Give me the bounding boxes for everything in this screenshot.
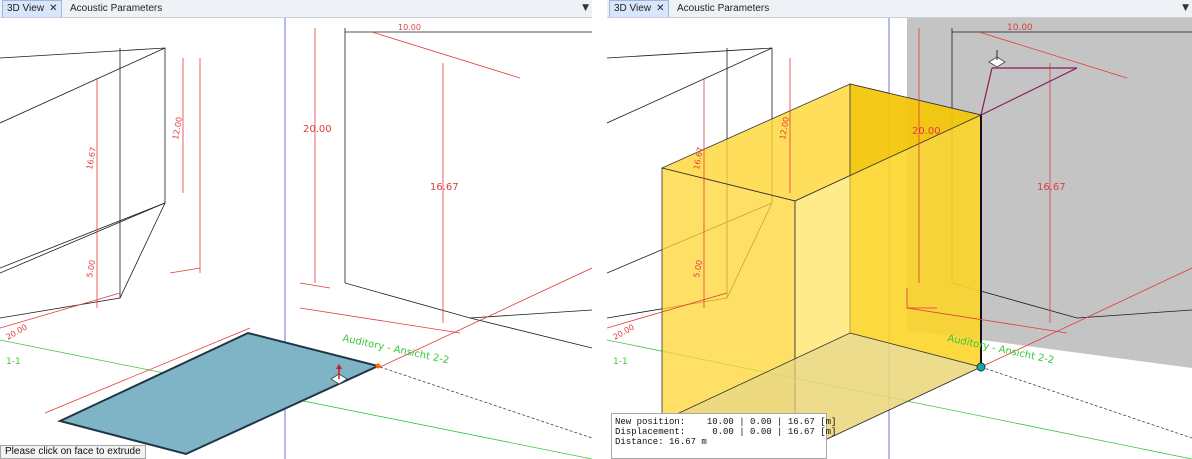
tab-menu-icon[interactable]: ▼: [582, 1, 589, 16]
readout-distance: Distance: 16.67 m: [615, 437, 707, 447]
wireframe-walls: [0, 28, 592, 349]
dim-label-1000: 10.00: [398, 23, 421, 32]
selected-face: [57, 331, 381, 456]
left-viewport-panel: 3D View ✕ Acoustic Parameters ▼ 20.00 16…: [0, 0, 592, 459]
extruded-volume: [660, 83, 983, 455]
move-readout-panel: New position: 10.00 | 0.00 | 16.67 [m] D…: [611, 413, 837, 459]
dim-label-20: 20.00: [303, 124, 332, 135]
dim-label-20: 20.00: [912, 126, 941, 137]
dim-label-500: 5.00: [85, 259, 97, 278]
tab-3d-view[interactable]: 3D View ✕: [2, 0, 63, 17]
3d-viewport[interactable]: 20.00 16.67 12.00 16.67 5.00 10.00 20.00…: [0, 18, 592, 459]
dim-label-1667: 16.67: [1037, 182, 1066, 193]
3d-viewport[interactable]: 20.00 16.67 12.00 16.67 5.00 10.00 20.00…: [607, 18, 1192, 459]
readout-displacement: Displacement: 0.00 | 0.00 | 16.67 [m]: [615, 427, 837, 437]
scene-left: 20.00 16.67 12.00 16.67 5.00 10.00 20.00…: [0, 18, 592, 459]
dim-label-1200: 12.00: [171, 116, 184, 140]
dim-label-1667-small: 16.67: [85, 146, 98, 170]
snap-point-icon: [976, 362, 986, 372]
dim-label-1000: 10.00: [1007, 23, 1033, 33]
snap-point-icon: [375, 363, 381, 369]
tab-menu-icon[interactable]: ▼: [1182, 1, 1189, 16]
close-icon[interactable]: ✕: [49, 3, 57, 14]
close-icon[interactable]: ✕: [656, 3, 664, 14]
right-viewport-panel: 3D View ✕ Acoustic Parameters ▼ 20.00 16…: [607, 0, 1192, 459]
tab-3d-view-label: 3D View: [614, 3, 652, 14]
tab-bar: 3D View ✕ Acoustic Parameters ▼: [0, 0, 592, 18]
tab-bar: 3D View ✕ Acoustic Parameters ▼: [607, 0, 1192, 18]
tab-3d-view-label: 3D View: [7, 3, 45, 14]
tab-3d-view[interactable]: 3D View ✕: [609, 0, 670, 17]
grid-label: 1-1: [6, 357, 21, 367]
readout-new-position: New position: 10.00 | 0.00 | 16.67 [m]: [615, 417, 837, 427]
tab-acoustic-parameters[interactable]: Acoustic Parameters: [673, 1, 773, 16]
dim-label-1667: 16.67: [430, 182, 459, 193]
scene-right: 20.00 16.67 12.00 16.67 5.00 10.00 20.00…: [607, 18, 1192, 459]
tab-acoustic-parameters[interactable]: Acoustic Parameters: [66, 1, 166, 16]
grid-label: 1-1: [613, 357, 628, 367]
status-instruction: Please click on face to extrude: [0, 445, 146, 459]
